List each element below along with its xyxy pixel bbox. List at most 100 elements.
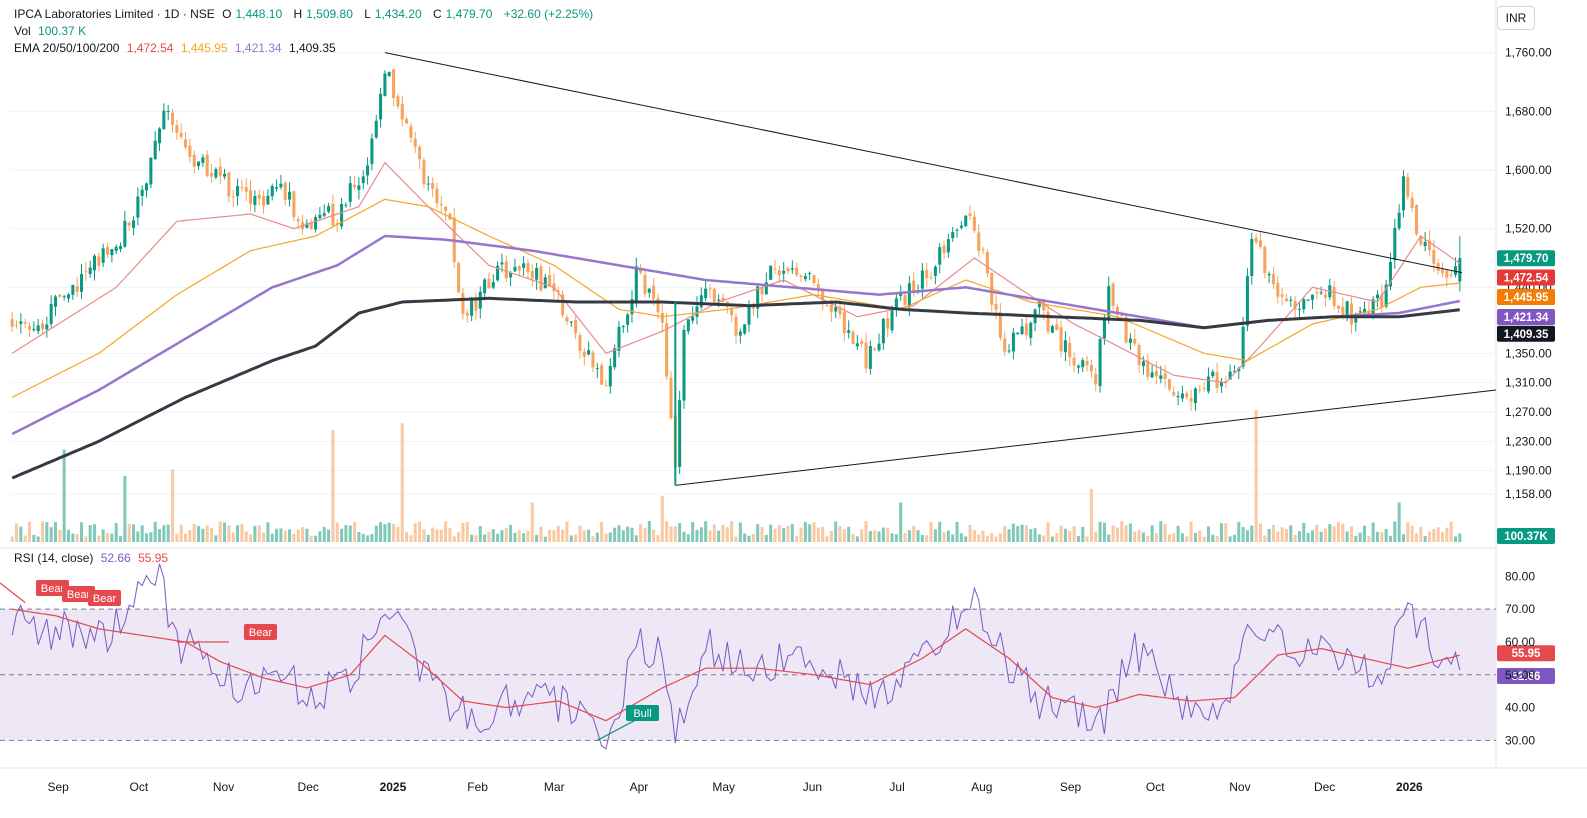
candle-body <box>769 265 773 280</box>
volume-bar <box>162 525 166 542</box>
ema-label[interactable]: EMA 20/50/100/200 <box>14 41 119 55</box>
candle-body <box>344 204 348 206</box>
volume-bar <box>1046 522 1050 542</box>
candle-body <box>1284 298 1288 302</box>
currency-button[interactable]: INR <box>1497 6 1535 30</box>
candle-body <box>487 278 491 289</box>
legend-volume: Vol 100.37 K <box>14 23 90 39</box>
candle-body <box>1085 360 1089 366</box>
volume-bar <box>1427 531 1432 542</box>
candle-body <box>808 273 812 275</box>
candles <box>10 68 1462 475</box>
candle-body <box>686 319 690 332</box>
candle-body <box>1215 372 1219 389</box>
volume-bar <box>890 533 894 542</box>
time-axis: Sep Oct Nov Dec 2025 Feb Mar Apr May Jun Jul Aug Sep… <box>47 780 1423 794</box>
ema100-tag: 1,421.34 <box>1497 309 1555 326</box>
candle-body <box>23 321 27 324</box>
time-tick-label: Sep <box>47 780 69 794</box>
low-label: L <box>364 7 371 21</box>
volume-bar <box>240 523 244 542</box>
volume-bar <box>1323 528 1327 542</box>
volume-bar <box>608 532 612 542</box>
volume-bar <box>344 525 348 542</box>
candle-body <box>959 225 963 228</box>
volume-bar <box>188 530 192 542</box>
volume-value: 100.37 K <box>38 24 87 38</box>
rsi-tick-label: 40.00 <box>1505 701 1535 715</box>
volume-bar <box>1180 533 1184 542</box>
candle-body <box>587 350 591 355</box>
candle-body <box>1319 292 1323 294</box>
volume-bar <box>1349 526 1353 542</box>
volume-bar <box>483 534 487 542</box>
volume-label[interactable]: Vol <box>14 24 31 38</box>
volume-bar <box>994 536 998 542</box>
volume-bar <box>66 529 71 542</box>
volume-bar <box>314 535 318 542</box>
candle-body <box>1458 258 1462 282</box>
volume-bar <box>201 528 205 542</box>
candle-body <box>1111 283 1115 306</box>
volume-bar <box>526 530 530 542</box>
volume-bar <box>812 522 816 542</box>
volume-bar <box>916 530 920 542</box>
volume-bar <box>951 534 955 542</box>
volume-bar <box>548 530 552 542</box>
candle-body <box>708 288 712 290</box>
chart-canvas[interactable]: 1,760.001,680.001,600.001,520.001,440.00… <box>0 0 1587 813</box>
candle-body <box>162 110 166 130</box>
volume-bar <box>145 533 149 542</box>
candle-body <box>153 140 157 159</box>
volume-bar <box>1072 526 1076 542</box>
volume-bar <box>769 524 773 542</box>
time-tick-label: May <box>712 780 735 794</box>
candle-body <box>699 295 703 308</box>
volume-bar <box>1137 530 1141 542</box>
candle-body <box>49 303 53 324</box>
volume-bar <box>32 534 36 542</box>
volume-bar <box>1081 526 1085 542</box>
volume-bar <box>816 527 820 542</box>
candle-body <box>158 128 162 144</box>
candle-body <box>1185 393 1189 398</box>
candle-body <box>257 194 261 199</box>
candle-body <box>392 69 396 99</box>
volume-bar <box>1102 522 1106 542</box>
candle-body <box>223 173 227 177</box>
volume-bar <box>1345 531 1349 542</box>
candle-body <box>522 263 526 268</box>
volume-bar <box>955 521 959 542</box>
candle-body <box>877 343 881 351</box>
volume-bar <box>535 534 539 542</box>
candle-body <box>1406 176 1410 197</box>
legend-rsi: RSI (14, close) 52.66 55.95 <box>14 550 172 566</box>
volume-bar <box>660 495 664 542</box>
candle-body <box>981 249 985 251</box>
candle-body <box>1297 308 1301 310</box>
volume-bar <box>717 530 721 542</box>
volume-bar <box>1193 533 1197 542</box>
candle-body <box>786 268 790 272</box>
volume-bar <box>1414 533 1419 542</box>
volume-bar <box>964 536 968 542</box>
volume-bar <box>487 531 491 542</box>
candle-body <box>1445 270 1449 278</box>
candle-body <box>413 138 417 148</box>
symbol-label[interactable]: IPCA Laboratories Limited · 1D · NSE <box>14 7 215 21</box>
candle-body <box>842 311 846 334</box>
candle-body <box>790 268 794 270</box>
volume-bar <box>340 528 344 542</box>
volume-bar <box>868 531 872 542</box>
volume-bar <box>539 526 543 542</box>
candle-body <box>743 324 747 334</box>
candle-body <box>136 196 140 218</box>
candle-body <box>66 294 71 299</box>
candle-body <box>465 312 469 316</box>
candle-body <box>1410 197 1414 208</box>
candle-body <box>270 185 274 197</box>
candle-body <box>283 182 287 200</box>
rsi-label[interactable]: RSI (14, close) <box>14 551 93 565</box>
volume-bar <box>673 526 677 542</box>
candle-body <box>569 321 573 323</box>
